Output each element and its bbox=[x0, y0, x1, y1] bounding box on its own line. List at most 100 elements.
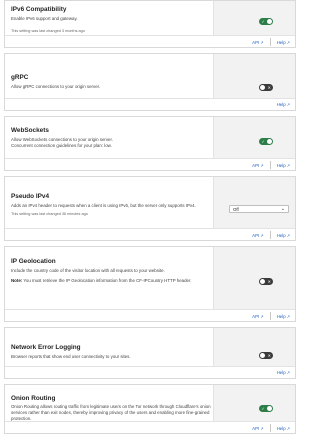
toggle-knob bbox=[260, 279, 265, 284]
link-divider bbox=[269, 38, 271, 46]
link-divider bbox=[269, 312, 271, 320]
ipv6-toggle[interactable]: ✓ bbox=[259, 18, 273, 25]
external-link-icon: ↗ bbox=[286, 313, 290, 319]
description-line: Concurrent connection guidelines for you… bbox=[11, 143, 112, 149]
help-link-label: Help bbox=[276, 232, 286, 238]
help-link-label: Help bbox=[276, 425, 286, 431]
help-link-label: Help bbox=[276, 313, 286, 319]
card-websockets: WebSockets Allow WebSockets connections … bbox=[4, 116, 296, 171]
card-note: Note: You must retrieve the IP Geolocati… bbox=[11, 278, 207, 284]
note-text: You must retrieve the IP Geolocation inf… bbox=[23, 278, 192, 284]
card-links: API ↗ Help ↗ bbox=[252, 38, 290, 46]
x-icon: ✕ bbox=[267, 279, 271, 284]
api-link[interactable]: API ↗ bbox=[252, 312, 263, 320]
link-divider bbox=[269, 424, 271, 432]
toggle-knob bbox=[260, 353, 265, 358]
help-link[interactable]: Help ↗ bbox=[277, 161, 290, 169]
card-body: IP Geolocation Include the country code … bbox=[5, 247, 295, 309]
check-icon: ✓ bbox=[261, 19, 265, 24]
card-body: WebSockets Allow WebSockets connections … bbox=[5, 117, 295, 158]
help-link[interactable]: Help ↗ bbox=[277, 369, 290, 376]
network-settings-page: IPv6 Compatibility Enable IPv6 support a… bbox=[0, 0, 300, 434]
card-title: WebSockets bbox=[11, 127, 49, 134]
card-footer: Help ↗ bbox=[5, 98, 295, 110]
card-body: IPv6 Compatibility Enable IPv6 support a… bbox=[5, 1, 295, 35]
external-link-icon: ↗ bbox=[260, 39, 264, 45]
card-footer: API ↗ Help ↗ bbox=[5, 158, 295, 170]
card-ipv6-compatibility: IPv6 Compatibility Enable IPv6 support a… bbox=[4, 0, 296, 48]
api-link[interactable]: API ↗ bbox=[252, 424, 263, 432]
api-link-label: API bbox=[252, 162, 260, 168]
websockets-toggle[interactable]: ✓ bbox=[259, 138, 273, 145]
link-divider bbox=[269, 231, 271, 239]
grpc-toggle[interactable]: ✕ bbox=[259, 84, 273, 91]
help-link[interactable]: Help ↗ bbox=[277, 424, 290, 432]
external-link-icon: ↗ bbox=[286, 162, 290, 168]
help-link-label: Help bbox=[276, 102, 286, 107]
card-title: gRPC bbox=[11, 74, 29, 81]
external-link-icon: ↗ bbox=[260, 425, 264, 431]
card-title: Pseudo IPv4 bbox=[11, 193, 50, 200]
external-link-icon: ↗ bbox=[260, 162, 264, 168]
help-link[interactable]: Help ↗ bbox=[277, 231, 290, 239]
card-links: Help ↗ bbox=[277, 369, 290, 376]
external-link-icon: ↗ bbox=[286, 232, 290, 238]
external-link-icon: ↗ bbox=[260, 313, 264, 319]
api-link[interactable]: API ↗ bbox=[252, 161, 263, 169]
ip-geolocation-toggle[interactable]: ✕ bbox=[259, 278, 273, 285]
pseudo-ipv4-select[interactable]: Off ⌄ bbox=[229, 205, 289, 213]
card-description: Allow gRPC connections to your origin se… bbox=[11, 84, 101, 89]
external-link-icon: ↗ bbox=[286, 370, 290, 375]
help-link-label: Help bbox=[276, 370, 286, 375]
card-network-error-logging: Network Error Logging Browser reports th… bbox=[4, 327, 296, 379]
onion-routing-toggle[interactable]: ✓ bbox=[259, 405, 273, 412]
x-icon: ✕ bbox=[267, 353, 271, 358]
card-description: Allow WebSockets connections to your ori… bbox=[11, 137, 207, 149]
external-link-icon: ↗ bbox=[286, 425, 290, 431]
card-body: Pseudo IPv4 Adds an IPv4 header to reque… bbox=[5, 177, 295, 228]
link-divider bbox=[269, 161, 271, 169]
card-description: Onion Routing allows routing traffic fro… bbox=[11, 404, 211, 422]
help-link-label: Help bbox=[276, 39, 286, 45]
toggle-knob bbox=[267, 19, 272, 24]
api-link-label: API bbox=[252, 232, 260, 238]
help-link[interactable]: Help ↗ bbox=[277, 38, 290, 46]
api-link-label: API bbox=[252, 313, 260, 319]
card-description: Include the country code of the visitor … bbox=[11, 268, 165, 273]
card-footer: API ↗ Help ↗ bbox=[5, 35, 295, 47]
card-links: API ↗ Help ↗ bbox=[252, 161, 290, 169]
card-grpc: gRPC Allow gRPC connections to your orig… bbox=[4, 53, 296, 111]
external-link-icon: ↗ bbox=[286, 102, 290, 107]
network-error-logging-toggle[interactable]: ✕ bbox=[259, 352, 273, 359]
card-links: API ↗ Help ↗ bbox=[252, 231, 290, 239]
api-link[interactable]: API ↗ bbox=[252, 38, 263, 46]
card-footer: API ↗ Help ↗ bbox=[5, 309, 295, 321]
toggle-knob bbox=[267, 139, 272, 144]
card-links: API ↗ Help ↗ bbox=[252, 312, 290, 320]
check-icon: ✓ bbox=[261, 406, 265, 411]
card-footer: Help ↗ bbox=[5, 366, 295, 378]
card-description: Browser reports that show end user conne… bbox=[11, 354, 131, 359]
external-link-icon: ↗ bbox=[260, 232, 264, 238]
api-link-label: API bbox=[252, 425, 260, 431]
help-link[interactable]: Help ↗ bbox=[277, 312, 290, 320]
chevron-down-icon: ⌄ bbox=[280, 206, 285, 212]
external-link-icon: ↗ bbox=[286, 39, 290, 45]
card-body: Onion Routing Onion Routing allows routi… bbox=[5, 385, 295, 421]
card-links: API ↗ Help ↗ bbox=[252, 424, 290, 432]
select-value: Off bbox=[233, 207, 239, 212]
note-label: Note: bbox=[11, 278, 23, 284]
card-onion-routing: Onion Routing Onion Routing allows routi… bbox=[4, 384, 296, 434]
last-changed-text: This setting was last changed 36 minutes… bbox=[11, 212, 88, 217]
help-link[interactable]: Help ↗ bbox=[277, 101, 290, 108]
api-link[interactable]: API ↗ bbox=[252, 231, 263, 239]
x-icon: ✕ bbox=[267, 85, 271, 90]
card-footer: API ↗ Help ↗ bbox=[5, 228, 295, 240]
help-link-label: Help bbox=[276, 162, 286, 168]
card-body: Network Error Logging Browser reports th… bbox=[5, 328, 295, 366]
card-description: Adds an IPv4 header to requests when a c… bbox=[11, 203, 196, 208]
card-title: Onion Routing bbox=[11, 395, 56, 402]
check-icon: ✓ bbox=[261, 139, 265, 144]
card-footer: API ↗ Help ↗ bbox=[5, 421, 295, 433]
last-changed-text: This setting was last changed 3 months a… bbox=[11, 29, 85, 34]
